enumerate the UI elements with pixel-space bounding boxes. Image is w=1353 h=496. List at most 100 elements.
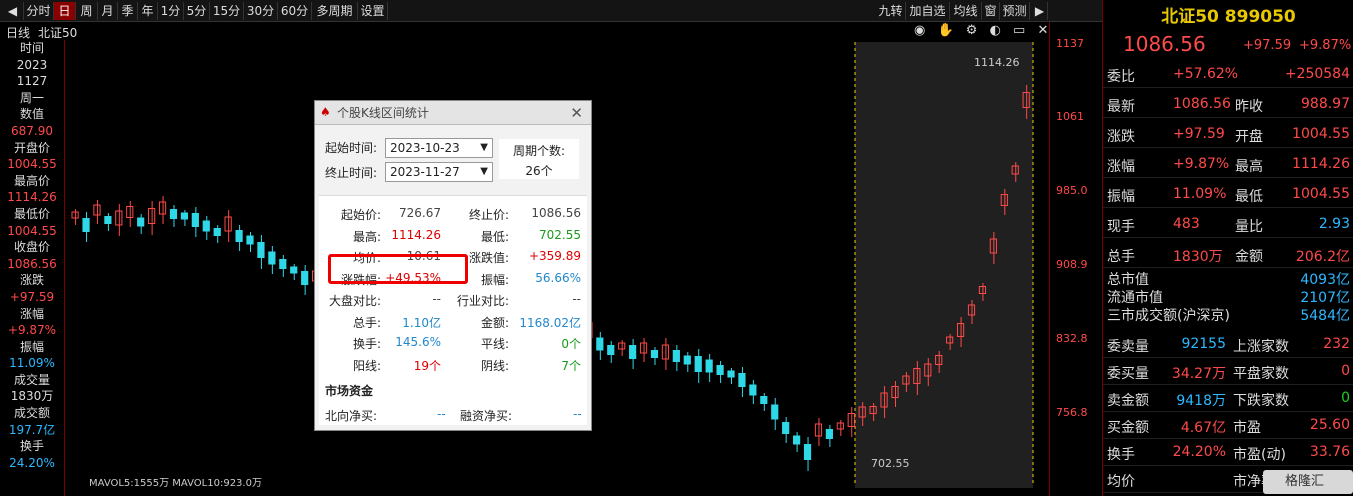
arrow-right-icon[interactable]: ▶ xyxy=(1032,2,1048,20)
stat-label: 金额: xyxy=(480,315,509,330)
tab-1min[interactable]: 1分 xyxy=(158,2,184,20)
end-date-select[interactable]: 2023-11-27 ▼ xyxy=(385,162,493,182)
row-value: 0 xyxy=(1341,363,1350,379)
pct-value: +9.87% xyxy=(7,323,57,338)
row-value: 25.60 xyxy=(1309,417,1350,433)
quote-row: 涨幅 +9.87% 最高 1114.26 xyxy=(1103,152,1353,178)
dialog-title: 个股K线区间统计 xyxy=(315,101,591,125)
row-value: 24.20% xyxy=(1172,444,1226,460)
stat-value: 56.66% xyxy=(535,270,581,285)
tab-season[interactable]: 季 xyxy=(118,2,138,20)
start-time-label: 起始时间: xyxy=(325,141,378,155)
row-label: 委卖量 xyxy=(1107,339,1149,355)
candle-body xyxy=(705,359,713,373)
arrow-left-icon[interactable]: ◀ xyxy=(2,2,24,20)
row-label: 涨幅 xyxy=(1107,159,1135,175)
stat-value: 726.67 xyxy=(399,206,441,220)
candle-body xyxy=(235,230,243,242)
row-label: 市盈 xyxy=(1233,420,1261,436)
candle-body xyxy=(650,350,659,358)
stat-value: 702.55 xyxy=(539,227,581,242)
candle-body xyxy=(213,228,221,236)
candle-body xyxy=(803,444,812,460)
chart-tool-icons[interactable]: ◉ ✋ ⚙ ◐ ▭ ✕ xyxy=(914,23,1052,38)
stat-label: 平线: xyxy=(480,337,509,351)
quote-price: 1086.56 xyxy=(1123,32,1206,56)
order-row: 卖金额 9418万 下跌家数 0 xyxy=(1103,386,1353,412)
turnover-amount-label: 成交额 xyxy=(13,406,50,421)
tab-month[interactable]: 月 xyxy=(98,2,118,20)
row-label: 均价 xyxy=(1107,474,1135,490)
high-label: 最高价 xyxy=(13,173,50,188)
tab-year[interactable]: 年 xyxy=(138,2,158,20)
stat-label: 大盘对比: xyxy=(328,294,381,308)
candle-body xyxy=(224,216,232,232)
tab-day[interactable]: 日 xyxy=(54,2,76,20)
time-label: 时间 xyxy=(19,41,44,55)
tab-30min[interactable]: 30分 xyxy=(244,2,278,20)
candle-body xyxy=(180,212,189,220)
open-value: 1004.55 xyxy=(7,157,57,172)
forecast-button[interactable]: 预测 xyxy=(1000,2,1030,20)
nine-turn-button[interactable]: 九转 xyxy=(876,2,906,20)
high-value: 1114.26 xyxy=(7,190,57,205)
chevron-down-icon: ▼ xyxy=(480,142,488,153)
candle-body xyxy=(727,370,735,378)
row-value: 0 xyxy=(1341,390,1350,406)
stat-value: 1114.26 xyxy=(391,227,441,242)
low-value: 1004.55 xyxy=(7,223,57,238)
tab-multi-period[interactable]: 多周期 xyxy=(312,2,358,20)
candle-body xyxy=(169,209,178,219)
period-toolbar: ◀ 分时 日 周 月 季 年 1分 5分 15分 30分 60分 多周期 设置 … xyxy=(0,0,1102,22)
stat-label: 行业对比: xyxy=(456,294,509,308)
candle-body xyxy=(246,235,254,245)
index-name: 北证50 xyxy=(38,26,78,40)
start-date-select[interactable]: 2023-10-23 ▼ xyxy=(385,138,493,158)
y-tick: 985.0 xyxy=(1056,184,1088,197)
candle-body xyxy=(158,201,167,215)
candle-body xyxy=(694,356,702,372)
row-label: 卖金额 xyxy=(1107,393,1149,409)
stat-value: 1.10亿 xyxy=(402,315,441,330)
row-label: 开盘 xyxy=(1235,129,1263,145)
quote-pct: +9.87% xyxy=(1299,38,1352,53)
value-value: 687.90 xyxy=(11,123,53,138)
close-icon[interactable]: ✕ xyxy=(570,104,583,122)
quote-row: 涨跌 +97.59 开盘 1004.55 xyxy=(1103,122,1353,148)
row-value: 1830万 xyxy=(1173,249,1223,265)
candle-body xyxy=(738,373,746,387)
tab-week[interactable]: 周 xyxy=(76,2,98,20)
stat-label: 振幅: xyxy=(480,272,509,287)
row-value: 5484亿 xyxy=(1300,308,1350,324)
candle-body xyxy=(268,251,276,265)
turnover-rate-label: 换手 xyxy=(19,439,44,454)
amplitude-label: 振幅 xyxy=(19,339,44,354)
candle-body xyxy=(279,259,287,269)
order-row: 换手 24.20% 市盈(动) 33.76 xyxy=(1103,440,1353,466)
turnover-amount-value: 197.7亿 xyxy=(8,422,56,437)
candle-body xyxy=(104,216,112,224)
row-label: 最低 xyxy=(1235,189,1263,205)
candle-body xyxy=(716,365,724,375)
row-value: 1004.55 xyxy=(1292,126,1350,142)
row-value: 9418万 xyxy=(1176,393,1226,409)
row-value: 1004.55 xyxy=(1292,186,1350,202)
settings-button[interactable]: 设置 xyxy=(358,2,388,20)
tab-minute[interactable]: 分时 xyxy=(24,2,54,20)
close-label: 收盘价 xyxy=(13,240,50,255)
window-button[interactable]: 窗 xyxy=(982,2,1000,20)
margin-label: 融资净买: xyxy=(460,409,513,423)
ma-button[interactable]: 均线 xyxy=(950,2,982,20)
tab-5min[interactable]: 5分 xyxy=(184,2,210,20)
market-funds-title: 市场资金 xyxy=(325,384,374,398)
candle-body xyxy=(596,337,604,351)
period-count-box: 周期个数: 26个 xyxy=(499,139,579,179)
tab-15min[interactable]: 15分 xyxy=(210,2,244,20)
add-favorite-button[interactable]: 加自选 xyxy=(906,2,950,20)
candle-body xyxy=(629,345,637,359)
candle-body xyxy=(301,271,309,285)
highlight-box xyxy=(328,254,468,284)
high-price-label: 1114.26 xyxy=(974,56,1020,69)
time-year: 2023 xyxy=(16,57,48,72)
tab-60min[interactable]: 60分 xyxy=(278,2,312,20)
